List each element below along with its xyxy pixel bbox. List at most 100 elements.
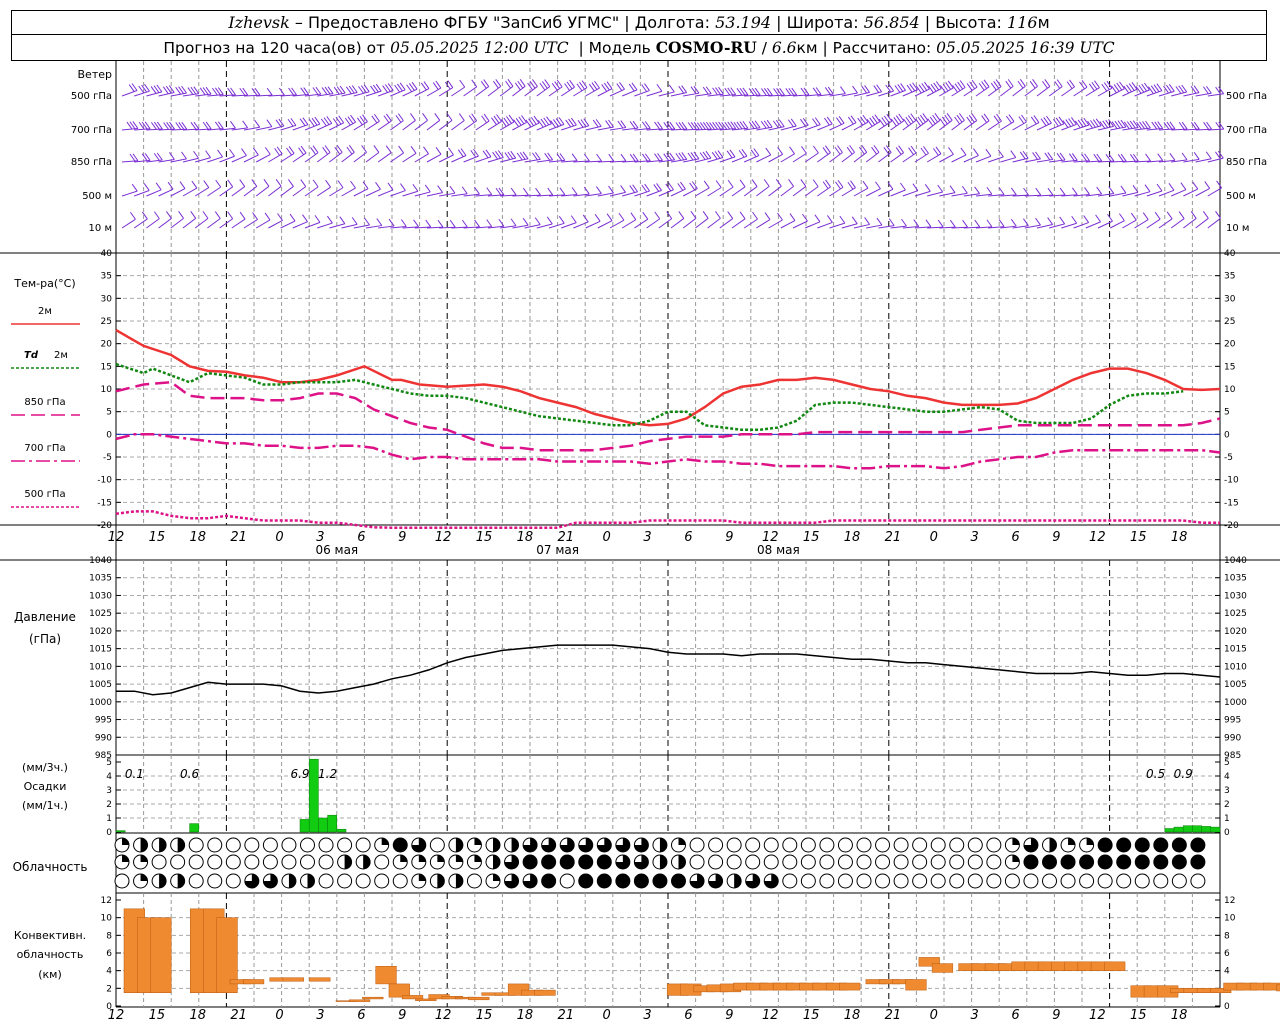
cloud-cover-circle [225, 854, 241, 870]
time-label-bottom: 6 [1011, 1008, 1019, 1023]
wind-barb-feather [888, 218, 895, 226]
conv-tick-label-left: 4 [106, 967, 112, 977]
wind-barb-feather [937, 184, 944, 193]
wind-barb [878, 188, 894, 197]
wind-barb [975, 155, 992, 163]
wind-barb-feather [961, 185, 968, 194]
wind-barb-feather [193, 150, 199, 159]
wind-barb-feather [839, 215, 846, 224]
cloud-cover-fill [418, 855, 426, 862]
wind-barb-feather [974, 219, 981, 228]
wind-barb-feather [373, 145, 380, 153]
wind-barb [1122, 219, 1137, 229]
cloud-cover-circle [188, 873, 204, 889]
cloud-cover-fill [671, 874, 686, 888]
wind-barb [451, 155, 467, 163]
wind-barb [865, 188, 881, 197]
wind-barb-feather [1120, 185, 1127, 194]
conv-bar [309, 977, 331, 982]
cloud-cover-circle [262, 854, 278, 870]
wind-barb [1207, 217, 1221, 229]
day-label: 08 мая [757, 543, 800, 557]
cloud-cover-fill [307, 874, 315, 888]
wind-barb-feather [190, 211, 197, 219]
cloud-cover-fill [393, 838, 408, 852]
precip-title-3h: (мм/3ч.) [22, 761, 68, 774]
cloud-cover-fill [597, 874, 612, 888]
cloud-cover-circle [708, 837, 724, 853]
pressure-tick-label-left: 1015 [89, 645, 112, 655]
wind-barb-feather [458, 113, 465, 121]
wind-barb-feather [423, 146, 429, 155]
cloud-cover-fill [615, 874, 630, 888]
wind-barb [609, 219, 625, 229]
wind-barb [768, 153, 783, 163]
wind-barb-feather [985, 148, 992, 157]
wind-barb-feather [1059, 187, 1066, 196]
wind-barb-feather [227, 179, 234, 188]
cloud-cover-fill [493, 874, 500, 881]
wind-barb [365, 188, 381, 197]
temp-tick-label-right: 0 [1224, 430, 1230, 440]
pressure-tick-label-left: 1035 [89, 574, 112, 584]
precip-3h-label: 0.1 [125, 767, 144, 781]
wind-barb [329, 151, 343, 163]
wind-barb-feather [789, 146, 795, 155]
conv-bar [150, 917, 172, 994]
cloud-cover-circle [875, 873, 891, 889]
wind-barb [182, 217, 197, 229]
wind-barb-feather [788, 179, 794, 187]
cloud-cover-circle [1060, 873, 1076, 889]
temp-tick-label-right: 5 [1224, 408, 1230, 418]
wind-barb [1061, 123, 1077, 131]
day-label: 07 мая [536, 543, 579, 557]
cloud-cover-circle [893, 873, 909, 889]
wind-barb-feather [364, 217, 370, 226]
wind-barb-feather [813, 145, 819, 154]
wind-barb [743, 218, 758, 229]
precip-tick-label-left: 4 [106, 772, 112, 782]
wind-barb-feather [642, 211, 649, 220]
cloud-cover-circle [281, 837, 297, 853]
wind-barb [731, 218, 746, 229]
wind-barb [1000, 85, 1014, 97]
wind-barb-feather [410, 113, 416, 121]
cloud-cover-circle [188, 837, 204, 853]
wind-barb-feather [1216, 180, 1223, 189]
wind-barb [658, 218, 673, 229]
precip-bar [1182, 825, 1193, 833]
wind-barb [805, 221, 821, 229]
wind-barb [646, 218, 661, 229]
temp-tick-label-left: 10 [101, 385, 113, 395]
wind-barb [475, 156, 492, 163]
pressure-tick-label-left: 1010 [89, 662, 112, 672]
cloud-cover-circle [745, 854, 761, 870]
wind-level-label-right: 500 гПа [1226, 91, 1267, 102]
precip-tick-label-left: 0 [106, 828, 112, 838]
wind-barb-feather [739, 211, 746, 220]
wind-barb-feather [1095, 214, 1101, 223]
wind-barb [1048, 86, 1063, 97]
cloud-cover-fill [597, 855, 612, 869]
cloud-cover-circle [262, 837, 278, 853]
cloud-cover-fill [140, 855, 148, 862]
wind-barb-feather [739, 179, 746, 188]
pressure-tick-label-right: 1030 [1224, 591, 1247, 601]
precip-bar [318, 817, 328, 833]
wind-barb-feather [266, 87, 273, 96]
time-label: 0 [275, 530, 283, 545]
time-label-bottom: 3 [971, 1008, 979, 1023]
wind-barb [268, 153, 283, 163]
wind-level-label-right: 700 гПа [1226, 125, 1267, 136]
wind-barb-feather [1023, 187, 1029, 196]
time-label: 18 [190, 530, 207, 545]
conv-bar [362, 996, 384, 1000]
wind-barb-feather [986, 186, 993, 195]
cloud-cover-fill [437, 855, 445, 862]
wind-barb [939, 153, 954, 163]
wind-barb [780, 185, 794, 197]
precip-bar [1201, 826, 1212, 833]
cloud-cover-fill [474, 855, 482, 862]
time-label: 21 [230, 530, 247, 545]
temp-tick-label-left: -15 [97, 498, 112, 508]
